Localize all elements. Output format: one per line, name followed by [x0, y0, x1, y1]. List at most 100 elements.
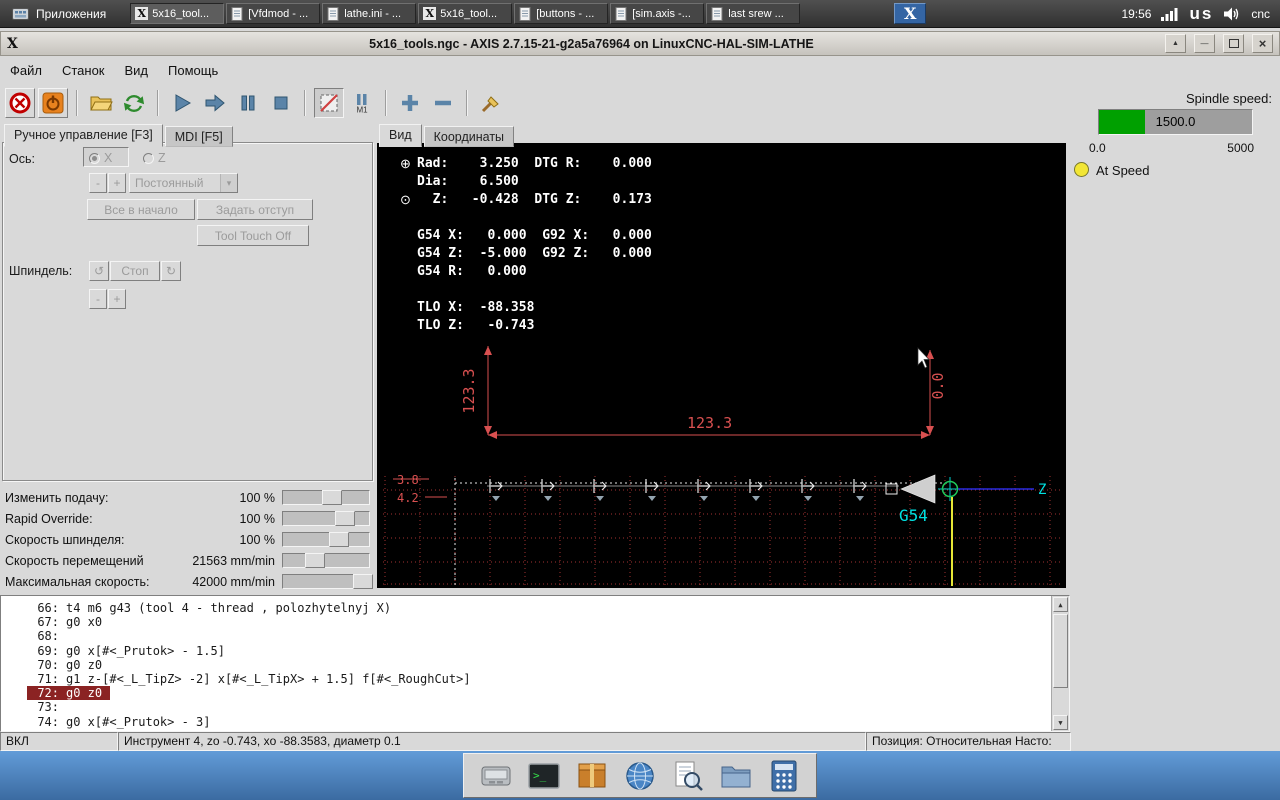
reload-icon	[123, 95, 145, 112]
taskbar-window-button[interactable]: [sim.axis -...	[610, 3, 705, 24]
zoom-in-button[interactable]	[395, 88, 425, 118]
axis-label: Ось:	[9, 152, 35, 166]
close-button[interactable]: ×	[1252, 34, 1273, 53]
slider-trough[interactable]	[282, 553, 370, 568]
toggle-optional-pause-button[interactable]: M1	[347, 88, 377, 118]
shade-button[interactable]: ▲	[1165, 34, 1186, 53]
document-icon	[615, 6, 627, 21]
taskbar-window-button[interactable]: last srew ...	[706, 3, 801, 24]
taskbar-window-button[interactable]: X 5x16_tool...	[130, 3, 225, 24]
spindle-slower-button[interactable]: -	[89, 289, 107, 309]
stop-button[interactable]	[266, 88, 296, 118]
taskbar-window-button[interactable]: [Vfdmod - ...	[226, 3, 321, 24]
tab-manual-control[interactable]: Ручное управление [F3]	[4, 124, 163, 147]
taskbar-focused-x-button[interactable]: X	[894, 3, 927, 24]
preview-canvas[interactable]: 123.3 123.3 0.0 3.8 4.2 Z G54 ⊕ ⊙ Rad: 3…	[377, 143, 1066, 588]
menu-file[interactable]: Файл	[0, 59, 52, 82]
spindle-stop-button[interactable]: Стоп	[110, 261, 160, 281]
jog-speed-slider[interactable]	[282, 552, 370, 569]
gcode-line-active[interactable]: 72: g0 z0	[27, 686, 111, 701]
spindle-ccw-button[interactable]: ↺	[89, 261, 109, 281]
tab-preview[interactable]: Вид	[379, 124, 422, 147]
jog-minus-button[interactable]: -	[89, 173, 107, 193]
clock: 19:56	[1121, 6, 1152, 21]
axis-z-radio[interactable]: Z	[143, 151, 166, 165]
gcode-line[interactable]: 68:	[27, 629, 74, 643]
taskbar-window-button[interactable]: X 5x16_tool...	[418, 3, 513, 24]
taskbar-window-button[interactable]: lathe.ini - ...	[322, 3, 417, 24]
scroll-up-button[interactable]: ▲	[1053, 597, 1068, 612]
slider-handle[interactable]	[329, 532, 350, 547]
window-titlebar[interactable]: X 5x16_tools.ngc - AXIS 2.7.15-21-g2a5a7…	[0, 31, 1280, 56]
pause-button[interactable]	[233, 88, 263, 118]
estop-button[interactable]	[5, 88, 35, 118]
reload-file-button[interactable]	[119, 88, 149, 118]
menu-machine[interactable]: Станок	[52, 59, 115, 82]
slider-trough[interactable]	[282, 511, 370, 526]
maximize-button[interactable]	[1223, 34, 1244, 53]
search-tool-launcher[interactable]	[671, 759, 705, 793]
jog-speed-value: 21563 mm/min	[192, 553, 275, 568]
scroll-down-button[interactable]: ▼	[1053, 715, 1068, 730]
applications-menu[interactable]: Приложения	[0, 0, 118, 27]
taskbar-window-button[interactable]: [buttons - ...	[514, 3, 609, 24]
tab-dro[interactable]: Координаты	[423, 126, 515, 147]
code-scrollbar[interactable]: ▲ ▼	[1051, 596, 1069, 731]
home-all-button[interactable]: Все в начало	[87, 199, 195, 220]
gcode-line[interactable]: 74: g0 x[#<_Prutok> - 3]	[27, 715, 219, 729]
tool-touch-off-button[interactable]: Tool Touch Off	[197, 225, 309, 246]
gcode-line[interactable]: 66: t4 m6 g43 (tool 4 - thread , polozhyt…	[27, 601, 399, 615]
minimize-button[interactable]: —	[1194, 34, 1215, 53]
gcode-line[interactable]: 70: g0 z0	[27, 658, 110, 672]
spindle-cw-button[interactable]: ↻	[161, 261, 181, 281]
gcode-line[interactable]: 71: g1 z-[#<_L_TipZ> -2] x[#<_L_TipX> + 1…	[27, 672, 479, 686]
tab-mdi[interactable]: MDI [F5]	[164, 126, 233, 147]
jog-increment-combobox[interactable]: Постоянный ▾	[129, 173, 238, 193]
jog-plus-button[interactable]: +	[108, 173, 126, 193]
open-file-button[interactable]	[86, 88, 116, 118]
package-manager-launcher[interactable]	[575, 759, 609, 793]
optional-pause-icon: M1	[356, 94, 368, 115]
spindle-faster-button[interactable]: +	[108, 289, 126, 309]
terminal-launcher[interactable]: >_	[527, 759, 561, 793]
menubar: Файл Станок Вид Помощь	[0, 56, 1280, 84]
web-browser-launcher[interactable]	[623, 759, 657, 793]
axis-x-radio[interactable]: X	[89, 151, 112, 165]
rotate-ccw-icon: ↺	[93, 264, 105, 278]
max-velocity-slider[interactable]	[282, 573, 373, 590]
menu-view[interactable]: Вид	[115, 59, 159, 82]
pause-icon	[241, 95, 255, 111]
menu-help[interactable]: Помощь	[158, 59, 228, 82]
set-offset-button[interactable]: Задать отступ	[197, 199, 313, 220]
volume-icon[interactable]	[1223, 6, 1241, 22]
preview-tabs: Вид Координаты	[379, 124, 516, 147]
document-icon	[519, 6, 531, 21]
gcode-line[interactable]: 67: g0 x0	[27, 615, 110, 629]
feed-override-slider[interactable]	[282, 489, 370, 506]
machine-power-button[interactable]	[38, 88, 68, 118]
line-text: g0 z0	[66, 686, 103, 701]
slider-handle[interactable]	[305, 553, 326, 568]
zoom-out-button[interactable]	[428, 88, 458, 118]
gcode-line[interactable]: 69: g0 x[#<_Prutok> - 1.5]	[27, 644, 233, 658]
clear-plot-button[interactable]	[476, 88, 506, 118]
gcode-listing[interactable]: 66: t4 m6 g43 (tool 4 - thread , polozhyt…	[0, 595, 1070, 732]
scrollbar-thumb[interactable]	[1053, 614, 1068, 688]
calculator-launcher[interactable]	[767, 759, 801, 793]
rotate-cw-icon: ↻	[165, 264, 177, 278]
spindle-override-slider[interactable]	[282, 531, 370, 548]
gcode-line[interactable]: 73:	[27, 700, 74, 714]
toggle-skip-lines-button[interactable]	[314, 88, 344, 118]
file-manager-launcher[interactable]	[719, 759, 753, 793]
slider-handle[interactable]	[335, 511, 356, 526]
rapid-override-slider[interactable]	[282, 510, 370, 527]
keyboard-layout-indicator[interactable]: us	[1189, 4, 1213, 24]
touchpad-launcher[interactable]	[479, 759, 513, 793]
slider-handle[interactable]	[352, 574, 373, 589]
run-program-button[interactable]	[167, 88, 197, 118]
line-text: g1 z-[#<_L_TipZ> -2] x[#<_L_TipX> + 1.5]…	[66, 671, 471, 686]
step-button[interactable]	[200, 88, 230, 118]
slider-handle[interactable]	[322, 490, 343, 505]
slider-trough[interactable]	[282, 532, 370, 547]
feed-override-value: 100 %	[239, 490, 275, 505]
